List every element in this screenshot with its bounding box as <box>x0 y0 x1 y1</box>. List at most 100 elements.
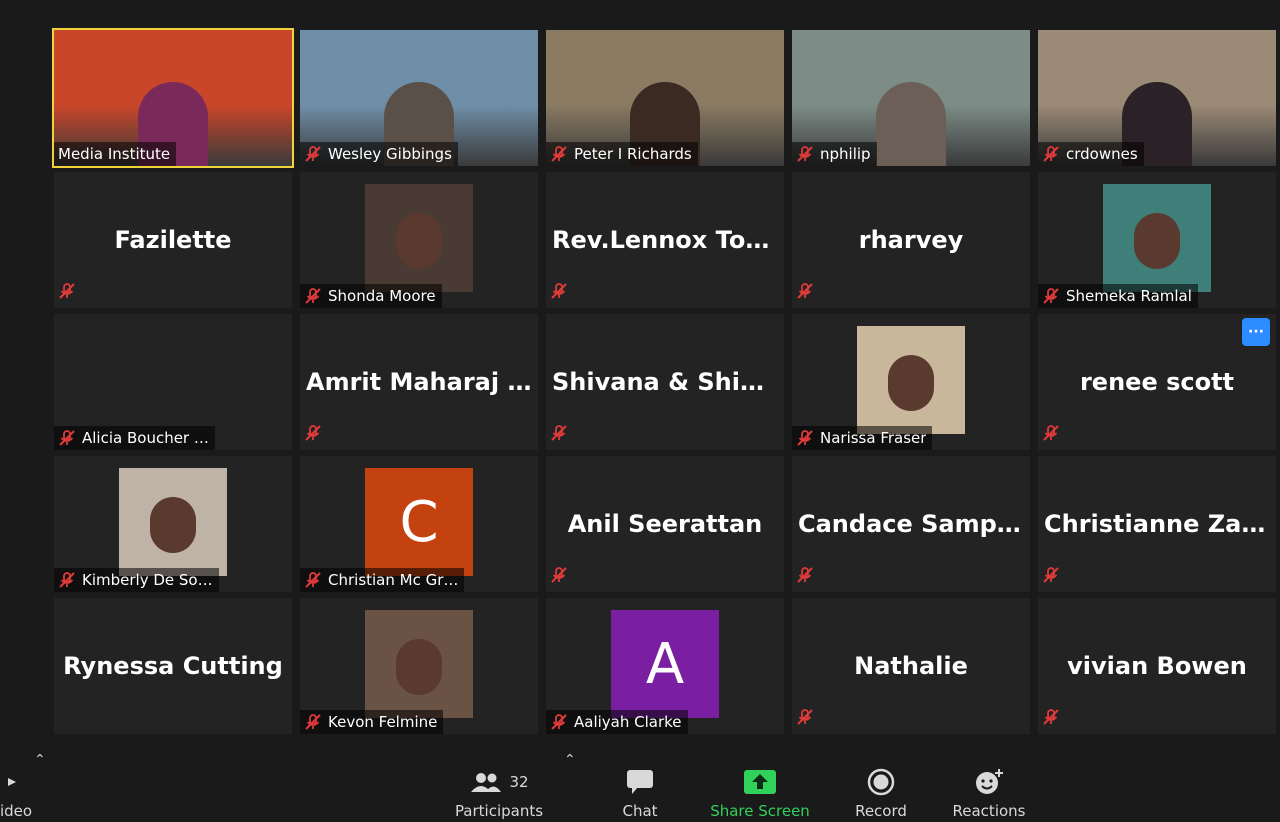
participant-display-name: Candace Samps… <box>798 510 1030 538</box>
chat-icon <box>627 770 653 794</box>
participant-name: Shonda Moore <box>328 287 436 305</box>
muted-mic-icon <box>304 287 322 305</box>
participant-display-name: Rev.Lennox Tou… <box>552 226 784 254</box>
participant-name: Wesley Gibbings <box>328 145 452 163</box>
muted-mic-icon <box>550 424 568 446</box>
participant-tile[interactable]: Candace Samps… <box>792 456 1030 592</box>
muted-mic-icon <box>550 282 568 304</box>
participant-tile[interactable]: rharvey <box>792 172 1030 308</box>
muted-mic-icon <box>1042 145 1060 163</box>
muted-mic-icon <box>1042 424 1060 446</box>
participant-tile[interactable]: Shivana & Shiv… <box>546 314 784 450</box>
muted-mic-icon <box>1042 708 1060 730</box>
participant-name-bar: Narissa Fraser <box>792 426 933 450</box>
participant-name: nphilip <box>820 145 871 163</box>
participant-tile[interactable]: A Aaliyah Clarke <box>546 598 784 734</box>
muted-mic-icon <box>304 571 322 589</box>
stop-video-button[interactable]: ideo <box>0 762 38 820</box>
participant-name: Christian Mc Gr… <box>328 571 459 589</box>
participant-display-name: Rynessa Cutting <box>63 652 283 680</box>
share-screen-icon <box>744 770 776 794</box>
participant-name-bar: Kevon Felmine <box>300 710 444 734</box>
chat-label: Chat <box>622 802 658 820</box>
participant-tile[interactable]: C Christian Mc Gr… <box>300 456 538 592</box>
participant-tile[interactable]: Peter I Richards <box>546 30 784 166</box>
participant-name: Kimberly De So… <box>82 571 213 589</box>
participant-display-name: Shivana & Shiv… <box>552 368 780 396</box>
participant-tile[interactable]: Shonda Moore <box>300 172 538 308</box>
muted-mic-icon <box>796 708 814 730</box>
video-icon <box>6 762 26 802</box>
participant-display-name: Fazilette <box>114 226 232 254</box>
profile-photo <box>365 610 473 718</box>
profile-photo <box>1103 184 1211 292</box>
participant-tile[interactable]: Amrit Maharaj -… <box>300 314 538 450</box>
more-options-button[interactable]: ··· <box>1242 318 1270 346</box>
participants-button[interactable]: 32 Participants <box>454 762 544 820</box>
muted-mic-icon <box>550 713 568 731</box>
participant-name-bar: Media Institute <box>54 142 177 166</box>
muted-mic-icon <box>796 429 814 447</box>
meeting-toolbar: ideo ⌃ 32 Participants ⌃ Chat Share Scre… <box>0 746 1280 822</box>
participant-name-bar: Kimberly De So… <box>54 568 219 592</box>
participant-tile[interactable]: Christianne Zak… <box>1038 456 1276 592</box>
participant-tile[interactable]: renee scott ··· <box>1038 314 1276 450</box>
participant-name-bar: Aaliyah Clarke <box>546 710 688 734</box>
participants-options-chevron-icon[interactable]: ⌃ <box>564 752 576 768</box>
participants-count: 32 <box>509 773 529 791</box>
person-silhouette <box>876 81 946 166</box>
participant-display-name: Anil Seerattan <box>567 510 763 538</box>
participant-tile[interactable]: Kimberly De So… <box>54 456 292 592</box>
share-screen-button[interactable]: Share Screen <box>708 762 812 820</box>
participant-name-bar: Shemeka Ramlal <box>1038 284 1198 308</box>
share-screen-label: Share Screen <box>710 802 810 820</box>
participant-tile[interactable]: vivian Bowen <box>1038 598 1276 734</box>
participant-display-name: renee scott <box>1079 368 1235 396</box>
profile-photo <box>119 468 227 576</box>
record-icon <box>867 768 895 796</box>
participant-tile[interactable]: nphilip <box>792 30 1030 166</box>
participant-name-bar: Peter I Richards <box>546 142 698 166</box>
muted-mic-icon <box>796 566 814 588</box>
muted-mic-icon <box>550 566 568 588</box>
participant-tile[interactable]: Anil Seerattan <box>546 456 784 592</box>
participant-display-name: rharvey <box>858 226 964 254</box>
muted-mic-icon <box>796 145 814 163</box>
video-label: ideo <box>0 802 33 820</box>
participant-tile[interactable]: Kevon Felmine <box>300 598 538 734</box>
participant-tile[interactable]: Rynessa Cutting <box>54 598 292 734</box>
chat-button[interactable]: Chat <box>618 762 662 820</box>
participant-name-bar: crdownes <box>1038 142 1144 166</box>
muted-mic-icon <box>304 145 322 163</box>
video-grid: Media Institute Wesley Gibbings Peter I Ri… <box>52 28 1276 734</box>
participant-display-name: Amrit Maharaj -… <box>306 368 538 396</box>
participant-tile[interactable]: Fazilette <box>54 172 292 308</box>
participant-tile[interactable]: Nathalie <box>792 598 1030 734</box>
muted-mic-icon <box>550 145 568 163</box>
record-button[interactable]: Record <box>852 762 910 820</box>
video-options-chevron-icon[interactable]: ⌃ <box>34 752 46 768</box>
participant-display-name: Christianne Zak… <box>1044 510 1276 538</box>
participant-name: Media Institute <box>58 145 171 163</box>
participants-icon <box>471 773 502 792</box>
participant-name-bar: Christian Mc Gr… <box>300 568 465 592</box>
participant-display-name: Nathalie <box>854 652 968 680</box>
participant-tile[interactable]: Narissa Fraser <box>792 314 1030 450</box>
participant-name: Narissa Fraser <box>820 429 927 447</box>
participant-name: crdownes <box>1066 145 1138 163</box>
reactions-button[interactable]: Reactions <box>952 762 1026 820</box>
participant-tile[interactable]: Shemeka Ramlal <box>1038 172 1276 308</box>
participant-name: Kevon Felmine <box>328 713 438 731</box>
profile-photo <box>365 184 473 292</box>
participant-tile[interactable]: Wesley Gibbings <box>300 30 538 166</box>
participant-tile[interactable]: Rev.Lennox Tou… <box>546 172 784 308</box>
participant-tile[interactable]: Alicia Boucher … <box>54 314 292 450</box>
participant-tile[interactable]: crdownes <box>1038 30 1276 166</box>
muted-mic-icon <box>1042 287 1060 305</box>
participant-name-bar: Shonda Moore <box>300 284 442 308</box>
participant-name-bar: Alicia Boucher … <box>54 426 215 450</box>
participant-name-bar: nphilip <box>792 142 877 166</box>
participant-tile[interactable]: Media Institute <box>52 28 294 168</box>
muted-mic-icon <box>1042 566 1060 588</box>
reactions-icon <box>976 769 1003 794</box>
